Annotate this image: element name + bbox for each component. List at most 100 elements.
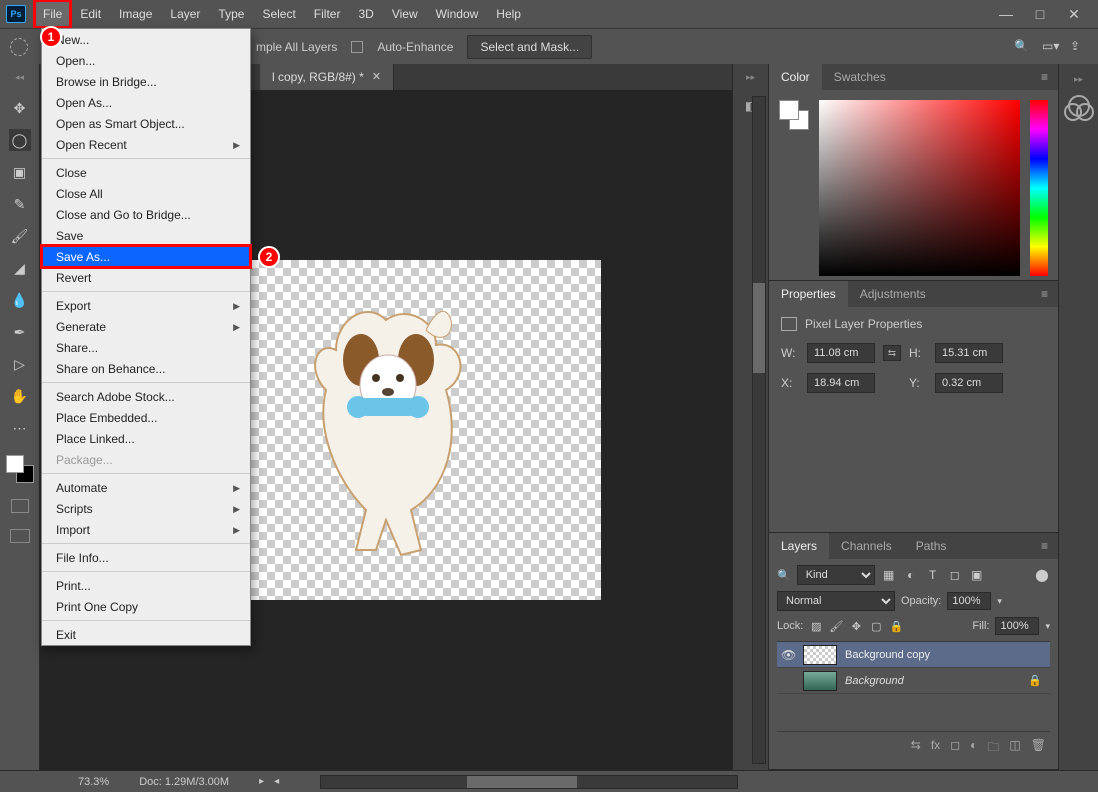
lock-transparency-icon[interactable]: ▨ <box>809 619 823 633</box>
lock-all-icon[interactable]: 🔒 <box>889 619 903 633</box>
tab-layers[interactable]: Layers <box>769 533 829 559</box>
menu-type[interactable]: Type <box>209 0 253 28</box>
maximize-button[interactable]: □ <box>1030 6 1050 23</box>
filter-adjust-icon[interactable]: ◐ <box>903 568 919 582</box>
close-button[interactable]: ✕ <box>1064 6 1084 23</box>
menu-item-open[interactable]: Open... <box>42 50 250 71</box>
layer-thumbnail[interactable] <box>803 645 837 665</box>
auto-enhance-checkbox[interactable] <box>351 41 363 53</box>
filter-toggle-icon[interactable]: ⬤ <box>1034 568 1050 582</box>
search-icon[interactable]: 🔍 <box>1014 39 1030 55</box>
eyedropper-tool-icon[interactable]: ✎ <box>9 193 31 215</box>
panel-menu-icon[interactable]: ≡ <box>1031 539 1058 553</box>
chevron-right-icon[interactable]: ▸ <box>259 776 264 787</box>
menu-help[interactable]: Help <box>487 0 530 28</box>
layer-name[interactable]: Background copy <box>845 649 930 661</box>
height-input[interactable] <box>935 343 1003 363</box>
filter-type-icon[interactable]: T <box>925 568 941 582</box>
layer-filter-kind[interactable]: Kind <box>797 565 875 585</box>
tab-color[interactable]: Color <box>769 64 822 90</box>
tool-preset-icon[interactable] <box>10 38 28 56</box>
hand-tool-icon[interactable]: ✋ <box>9 385 31 407</box>
panel-menu-icon[interactable]: ≡ <box>1031 287 1058 301</box>
menu-item-import[interactable]: Import <box>42 519 250 540</box>
link-dimensions-icon[interactable]: ⇆ <box>883 345 901 361</box>
mask-icon[interactable]: ◻ <box>950 738 960 759</box>
eraser-tool-icon[interactable]: ◢ <box>9 257 31 279</box>
menu-item-share-on-behance[interactable]: Share on Behance... <box>42 358 250 379</box>
chevron-down-icon[interactable]: ▾ <box>1045 621 1050 632</box>
width-input[interactable] <box>807 343 875 363</box>
menu-item-close-and-go-to-bridge[interactable]: Close and Go to Bridge... <box>42 204 250 225</box>
fill-input[interactable] <box>995 617 1039 635</box>
y-input[interactable] <box>935 373 1003 393</box>
menu-item-revert[interactable]: Revert <box>42 267 250 288</box>
horizontal-scrollbar[interactable] <box>320 775 738 789</box>
menu-item-generate[interactable]: Generate <box>42 316 250 337</box>
opacity-input[interactable] <box>947 592 991 610</box>
workspace-icon[interactable]: ▭▾ <box>1042 39 1058 55</box>
menu-item-print-one-copy[interactable]: Print One Copy <box>42 596 250 617</box>
tab-swatches[interactable]: Swatches <box>822 64 898 90</box>
menu-layer[interactable]: Layer <box>161 0 209 28</box>
menu-item-save[interactable]: Save <box>42 225 250 246</box>
tab-adjustments[interactable]: Adjustments <box>848 281 938 307</box>
lock-position-icon[interactable]: ✥ <box>849 619 863 633</box>
lock-pixels-icon[interactable]: 🖌 <box>829 619 843 633</box>
more-tools-icon[interactable]: ⋯ <box>9 417 31 439</box>
menu-item-automate[interactable]: Automate <box>42 477 250 498</box>
close-tab-icon[interactable]: ✕ <box>372 64 381 90</box>
brush-tool-icon[interactable]: 🖌 <box>9 225 31 247</box>
menu-item-scripts[interactable]: Scripts <box>42 498 250 519</box>
menu-item-open-as-smart-object[interactable]: Open as Smart Object... <box>42 113 250 134</box>
menu-item-print[interactable]: Print... <box>42 575 250 596</box>
menu-item-place-linked[interactable]: Place Linked... <box>42 428 250 449</box>
fx-icon[interactable]: fx <box>931 738 940 759</box>
tab-properties[interactable]: Properties <box>769 281 848 307</box>
menu-file[interactable]: File <box>34 0 71 28</box>
trash-icon[interactable]: 🗑 <box>1031 738 1046 759</box>
lasso-tool-icon[interactable]: ◯ <box>9 129 31 151</box>
filter-shape-icon[interactable]: ◻ <box>947 568 963 582</box>
menu-window[interactable]: Window <box>427 0 488 28</box>
expand-icon[interactable]: ▸▸ <box>1074 74 1083 85</box>
menu-item-search-adobe-stock[interactable]: Search Adobe Stock... <box>42 386 250 407</box>
menu-view[interactable]: View <box>383 0 427 28</box>
screen-mode-icon[interactable] <box>10 529 30 543</box>
lock-artboard-icon[interactable]: ▢ <box>869 619 883 633</box>
menu-image[interactable]: Image <box>110 0 161 28</box>
saturation-picker[interactable] <box>819 100 1020 276</box>
menu-item-open-as[interactable]: Open As... <box>42 92 250 113</box>
crop-tool-icon[interactable]: ▣ <box>9 161 31 183</box>
layer-row[interactable]: 👁 Background copy <box>777 642 1050 668</box>
move-tool-icon[interactable]: ✥ <box>9 97 31 119</box>
foreground-background-swatch[interactable] <box>6 455 34 483</box>
collapse-icon[interactable]: ◂◂ <box>15 72 24 83</box>
panel-menu-icon[interactable]: ≡ <box>1031 70 1058 84</box>
layer-row[interactable]: Background 🔒 <box>777 668 1050 694</box>
group-icon[interactable]: 🗀 <box>987 738 999 759</box>
menu-filter[interactable]: Filter <box>305 0 350 28</box>
menu-item-package[interactable]: Package... <box>42 449 250 470</box>
menu-item-browse-in-bridge[interactable]: Browse in Bridge... <box>42 71 250 92</box>
minimize-button[interactable]: — <box>996 6 1016 23</box>
chevron-left-icon[interactable]: ◂ <box>274 776 279 787</box>
filter-pixel-icon[interactable]: ▦ <box>881 568 897 582</box>
tab-channels[interactable]: Channels <box>829 533 904 559</box>
menu-item-new[interactable]: New... <box>42 29 250 50</box>
menu-item-save-as[interactable]: Save As... <box>42 246 250 267</box>
menu-item-open-recent[interactable]: Open Recent <box>42 134 250 155</box>
menu-item-share[interactable]: Share... <box>42 337 250 358</box>
menu-3d[interactable]: 3D <box>349 0 382 28</box>
tab-paths[interactable]: Paths <box>904 533 959 559</box>
visibility-icon[interactable]: 👁 <box>781 648 795 662</box>
document-tab[interactable]: l copy, RGB/8#) * ✕ <box>260 64 394 90</box>
menu-item-export[interactable]: Export <box>42 295 250 316</box>
expand-icon[interactable]: ▸▸ <box>746 72 755 83</box>
layer-thumbnail[interactable] <box>803 671 837 691</box>
menu-item-close-all[interactable]: Close All <box>42 183 250 204</box>
adjustment-icon[interactable]: ◐ <box>970 738 977 759</box>
pen-tool-icon[interactable]: ✒ <box>9 321 31 343</box>
x-input[interactable] <box>807 373 875 393</box>
filter-smart-icon[interactable]: ▣ <box>969 568 985 582</box>
